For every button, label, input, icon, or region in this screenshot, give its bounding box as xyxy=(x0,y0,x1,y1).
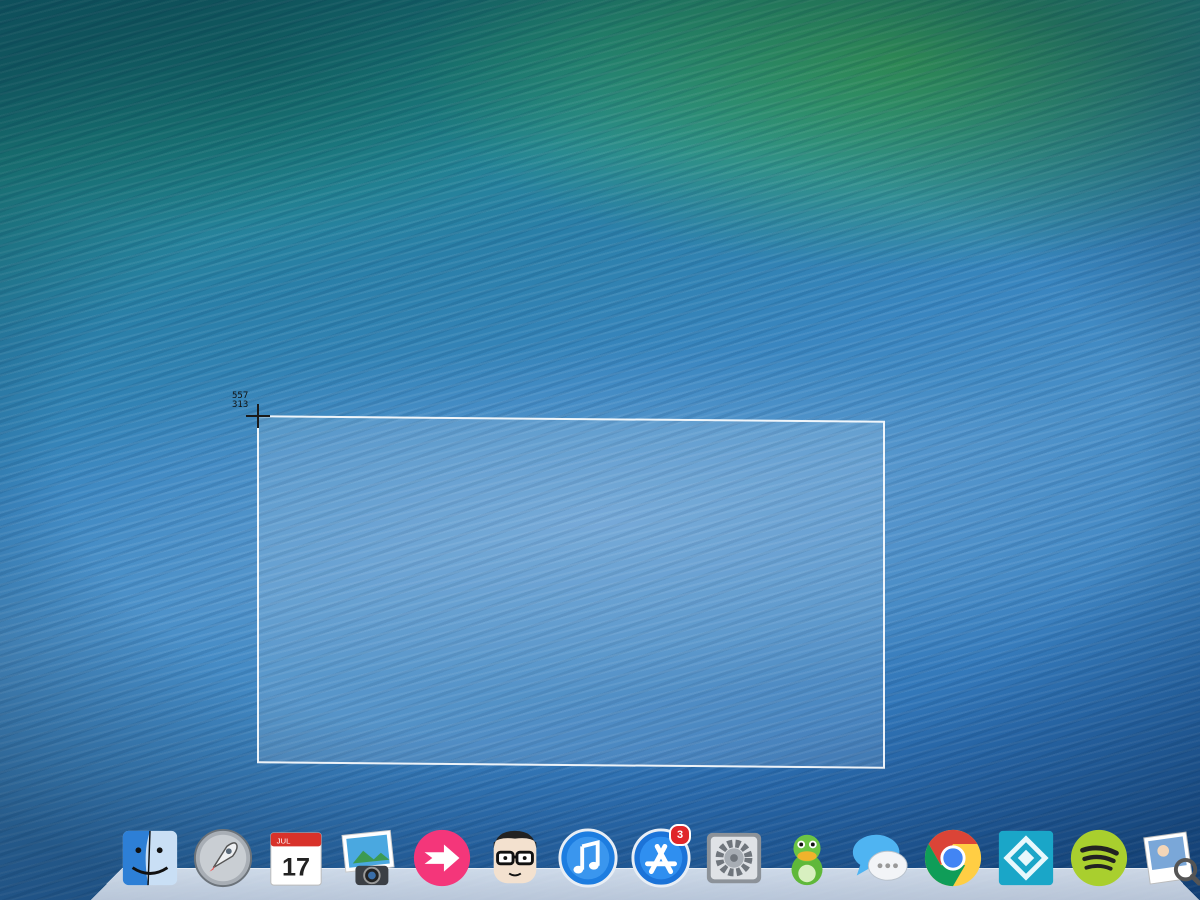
dock-item-system-preferences[interactable] xyxy=(702,826,766,890)
app-diamond-icon xyxy=(998,830,1054,886)
dock-item-app-store[interactable]: 3 xyxy=(629,824,693,890)
dock-item-iphoto[interactable] xyxy=(337,826,401,890)
preview-icon xyxy=(1143,831,1200,886)
dock-item-preview[interactable] xyxy=(1140,826,1200,890)
gear-icon xyxy=(706,832,762,884)
music-note-icon xyxy=(558,828,618,888)
app-store-update-badge: 3 xyxy=(669,824,691,846)
dock-item-character-app[interactable] xyxy=(483,826,547,890)
rocket-icon xyxy=(193,828,253,888)
calendar-month-label: JUL xyxy=(277,836,291,845)
crosshair-cursor-icon xyxy=(246,404,270,428)
calendar-icon: JUL 17 xyxy=(270,832,322,886)
dock-item-itunes[interactable] xyxy=(556,826,620,890)
dock: JUL 17 3 xyxy=(118,824,1200,896)
dock-item-calendar[interactable]: JUL 17 xyxy=(264,826,328,890)
dock-item-launchpad[interactable] xyxy=(191,826,255,890)
dock-item-spotify[interactable] xyxy=(1067,826,1131,890)
duck-icon xyxy=(791,834,823,886)
dock-item-app-teal[interactable] xyxy=(994,826,1058,890)
spotify-icon xyxy=(1070,829,1128,887)
dock-item-messages[interactable] xyxy=(848,826,912,890)
dock-item-finder[interactable] xyxy=(118,826,182,890)
speech-bubbles-icon xyxy=(852,834,908,881)
chrome-icon xyxy=(924,829,982,887)
arrow-icon xyxy=(413,829,471,887)
finder-icon xyxy=(122,830,178,886)
dock-item-skitch[interactable] xyxy=(410,826,474,890)
desktop-wallpaper[interactable]: 557 313 JUL 17 3 xyxy=(0,0,1200,900)
dock-item-chrome[interactable] xyxy=(921,826,985,890)
photo-camera-icon xyxy=(341,829,395,886)
dock-item-adium[interactable] xyxy=(775,826,839,890)
screenshot-selection-rectangle[interactable] xyxy=(257,415,885,769)
calendar-day-label: 17 xyxy=(282,853,310,881)
glasses-face-icon xyxy=(493,830,537,884)
